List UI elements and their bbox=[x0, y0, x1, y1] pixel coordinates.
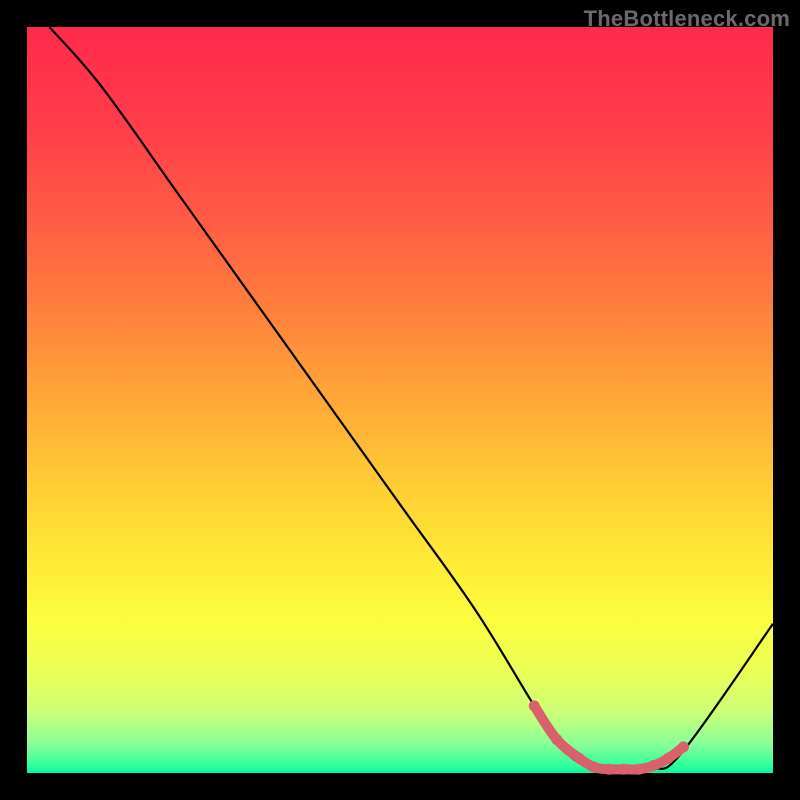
highlight-dot bbox=[678, 741, 689, 752]
highlight-dot bbox=[633, 764, 644, 775]
highlight-dot bbox=[588, 762, 599, 773]
highlight-dot bbox=[551, 734, 562, 745]
highlight-dot bbox=[648, 760, 659, 771]
highlight-dot bbox=[529, 700, 540, 711]
highlight-dot bbox=[603, 764, 614, 775]
main-curve bbox=[49, 27, 773, 771]
chart-stage: TheBottleneck.com bbox=[0, 0, 800, 800]
highlight-dot bbox=[618, 764, 629, 775]
attribution-text: TheBottleneck.com bbox=[584, 6, 790, 32]
highlight-dot bbox=[663, 753, 674, 764]
plot-area bbox=[27, 27, 773, 773]
chart-svg bbox=[27, 27, 773, 773]
highlight-dot bbox=[574, 753, 585, 764]
